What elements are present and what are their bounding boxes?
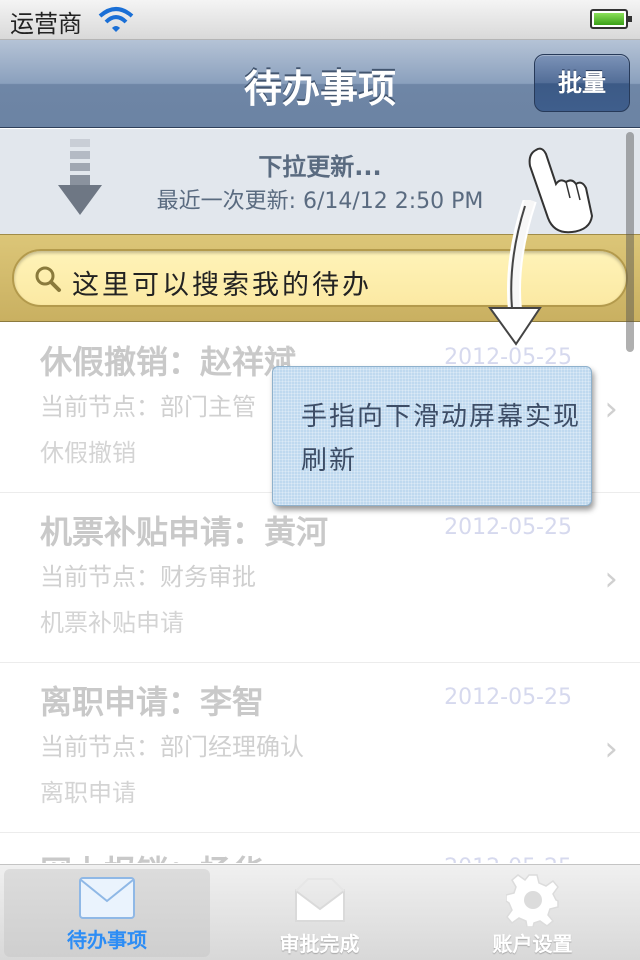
item-desc: 机票补贴申请	[40, 609, 184, 637]
batch-button[interactable]: 批量	[534, 54, 630, 112]
battery-icon	[590, 9, 632, 29]
last-update-text: 最近一次更新: 6/14/12 2:50 PM	[156, 189, 484, 214]
item-desc: 离职申请	[40, 779, 136, 807]
tab-label: 审批完成	[279, 932, 360, 956]
tab-label: 账户设置	[492, 932, 573, 956]
item-date: 2012-05-25	[444, 685, 572, 710]
item-desc: 休假撤销	[40, 439, 136, 467]
envelope-icon	[79, 877, 135, 923]
search-icon	[34, 265, 62, 297]
gear-icon	[504, 873, 560, 931]
item-date: 2012-05-25	[444, 855, 572, 863]
item-date: 2012-05-25	[444, 515, 572, 540]
carrier-label: 运营商	[10, 10, 82, 38]
hand-pointer-icon	[528, 146, 598, 240]
tab-todo[interactable]: 待办事项	[4, 869, 210, 957]
tutorial-tooltip: 手指向下滑动屏幕实现刷新	[272, 366, 592, 506]
item-title: 网上报销：杨华	[40, 847, 264, 863]
nav-bar: 待办事项 批量	[0, 40, 640, 128]
scroll-indicator[interactable]	[626, 132, 634, 352]
tab-settings[interactable]: 账户设置	[426, 865, 639, 960]
chevron-right-icon: ›	[604, 559, 618, 599]
tab-bar: 待办事项 审批完成 账户设置	[0, 864, 640, 960]
item-title: 离职申请：李智	[40, 683, 265, 721]
list-item[interactable]: 网上报销：杨华 2012-05-25	[0, 833, 640, 863]
item-title: 休假撤销：赵祥斌	[40, 343, 297, 381]
search-placeholder: 这里可以搜索我的待办	[72, 270, 372, 301]
item-node: 当前节点：财务审批	[40, 563, 256, 591]
item-node: 当前节点：部门经理确认	[40, 733, 304, 761]
tab-approved[interactable]: 审批完成	[213, 865, 426, 960]
list-item[interactable]: 机票补贴申请：黄河 2012-05-25 当前节点：财务审批 机票补贴申请 ›	[0, 493, 640, 663]
item-title: 机票补贴申请：黄河	[40, 513, 329, 551]
status-bar: 运营商	[0, 0, 640, 40]
tooltip-text: 手指向下滑动屏幕实现刷新	[301, 402, 582, 476]
wifi-icon	[98, 6, 134, 38]
tab-label: 待办事项	[67, 928, 147, 952]
chevron-right-icon: ›	[604, 389, 618, 429]
chevron-right-icon: ›	[604, 729, 618, 769]
list-item[interactable]: 离职申请：李智 2012-05-25 当前节点：部门经理确认 离职申请 ›	[0, 663, 640, 833]
inbox-icon	[292, 873, 348, 927]
item-node: 当前节点：部门主管	[40, 393, 256, 421]
